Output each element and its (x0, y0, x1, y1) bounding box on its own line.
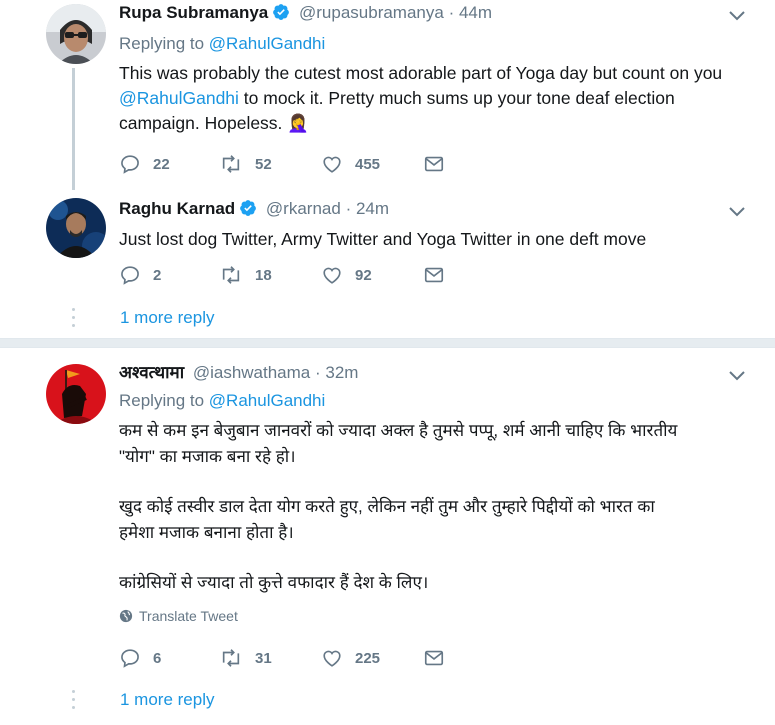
reply-button[interactable]: 22 (119, 153, 219, 175)
like-button[interactable]: 225 (321, 647, 423, 669)
tweet-text: Just lost dog Twitter, Army Twitter and … (119, 227, 755, 252)
message-icon (424, 650, 444, 666)
like-button[interactable]: 92 (321, 264, 423, 286)
tweet-text-line: This was probably the cutest most adorab… (119, 63, 723, 83)
reply-icon (121, 266, 139, 285)
like-count: 225 (355, 649, 381, 667)
reply-icon (121, 649, 139, 668)
tweet-text-line: "योग" का मजाक बना रहे हो। (119, 447, 296, 466)
tweet-text-line: हमेशा मजाक बनाना होता है। (119, 523, 294, 542)
retweet-count: 18 (255, 266, 272, 284)
caret-down-icon[interactable] (727, 202, 747, 222)
replying-to: Replying to @RahulGandhi (119, 390, 755, 412)
tweet-text-line: Just lost dog Twitter, Army Twitter and … (119, 229, 647, 249)
tweet-text-line: कांग्रेसियों से ज्यादा तो कुत्ते वफादार … (119, 573, 429, 592)
tweet-text-line: @RahulGandhi to mock it. Pretty much sum… (119, 86, 755, 111)
verified-icon (239, 199, 257, 223)
message-button[interactable] (423, 264, 445, 286)
tweet-text: कम से कम इन बेजुबान जानवरों को ज्यादा अक… (119, 418, 755, 596)
display-name[interactable]: अश्वत्थामा (119, 363, 184, 382)
tweet-actions: 22 52 455 (119, 152, 445, 176)
like-count: 92 (355, 266, 372, 284)
timestamp[interactable]: · 44m (449, 3, 492, 22)
retweet-count: 31 (255, 649, 272, 667)
replying-to-label: Replying to (119, 34, 205, 53)
message-button[interactable] (423, 647, 445, 669)
caret-down-icon[interactable] (727, 6, 747, 26)
more-reply-link[interactable]: 1 more reply (120, 690, 214, 710)
avatar-raghu[interactable] (46, 198, 106, 258)
like-count: 455 (355, 155, 381, 173)
retweet-icon (222, 155, 240, 173)
tweet-actions: 6 31 225 (119, 646, 445, 670)
reply-count: 6 (153, 649, 162, 667)
retweet-icon (222, 266, 240, 284)
avatar-ashwathama[interactable] (46, 364, 106, 424)
handle[interactable]: @rkarnad (266, 199, 341, 218)
verified-icon (272, 3, 290, 27)
more-replies-dots (72, 308, 75, 332)
caret-down-icon[interactable] (727, 366, 747, 386)
thread-divider (0, 338, 775, 348)
replying-to-handle[interactable]: @RahulGandhi (209, 391, 326, 410)
reply-button[interactable]: 6 (119, 647, 219, 669)
display-name[interactable]: Rupa Subramanya (119, 3, 268, 22)
like-icon (323, 650, 341, 667)
tweet-ashwathama[interactable]: अश्वत्थामा @iashwathama · 32m Replying t… (0, 360, 775, 680)
tweet-text-line: campaign. Hopeless. 🤦‍♀️ (119, 113, 310, 133)
timestamp[interactable]: · 32m (315, 363, 358, 382)
retweet-count: 52 (255, 155, 272, 173)
retweet-button[interactable]: 52 (219, 153, 321, 175)
tweet-actions: 2 18 92 (119, 263, 445, 287)
tweet-rupa[interactable]: Rupa Subramanya @rupasubramanya · 44m Re… (0, 0, 775, 190)
mention-link[interactable]: @RahulGandhi (119, 88, 239, 108)
more-replies-dots (72, 690, 75, 714)
tweet-raghu[interactable]: Raghu Karnad @rkarnad · 24m Just lost do… (0, 196, 775, 296)
reply-button[interactable]: 2 (119, 264, 219, 286)
tweet-text: This was probably the cutest most adorab… (119, 61, 755, 136)
translate-label: Translate Tweet (139, 608, 238, 624)
reply-count: 2 (153, 266, 162, 284)
reply-count: 22 (153, 155, 170, 173)
like-icon (323, 267, 341, 284)
message-button[interactable] (423, 153, 445, 175)
tweet-header: अश्वत्थामा @iashwathama · 32m (119, 362, 755, 384)
retweet-button[interactable]: 18 (219, 264, 321, 286)
replying-to-label: Replying to (119, 391, 205, 410)
timestamp[interactable]: · 24m (346, 199, 389, 218)
replying-to: Replying to @RahulGandhi (119, 33, 755, 55)
retweet-button[interactable]: 31 (219, 647, 321, 669)
replying-to-handle[interactable]: @RahulGandhi (209, 34, 326, 53)
retweet-icon (222, 649, 240, 667)
tweet-text-fragment: to mock it. Pretty much sums up your ton… (238, 88, 675, 108)
message-icon (424, 267, 444, 283)
tweet-text-line: कम से कम इन बेजुबान जानवरों को ज्यादा अक… (119, 421, 678, 440)
translate-tweet-button[interactable]: Translate Tweet (119, 608, 755, 624)
globe-icon (119, 609, 133, 623)
tweet-text-line: खुद कोई तस्वीर डाल देता योग करते हुए, ले… (119, 497, 655, 516)
tweet-header: Rupa Subramanya @rupasubramanya · 44m (119, 2, 755, 27)
tweet-header: Raghu Karnad @rkarnad · 24m (119, 198, 755, 223)
handle[interactable]: @rupasubramanya (299, 3, 444, 22)
display-name[interactable]: Raghu Karnad (119, 199, 235, 218)
like-button[interactable]: 455 (321, 153, 423, 175)
more-reply-link[interactable]: 1 more reply (120, 308, 214, 328)
like-icon (323, 156, 341, 173)
avatar-rupa[interactable] (46, 4, 106, 64)
handle[interactable]: @iashwathama (193, 363, 310, 382)
message-icon (424, 156, 444, 172)
reply-icon (121, 155, 139, 174)
